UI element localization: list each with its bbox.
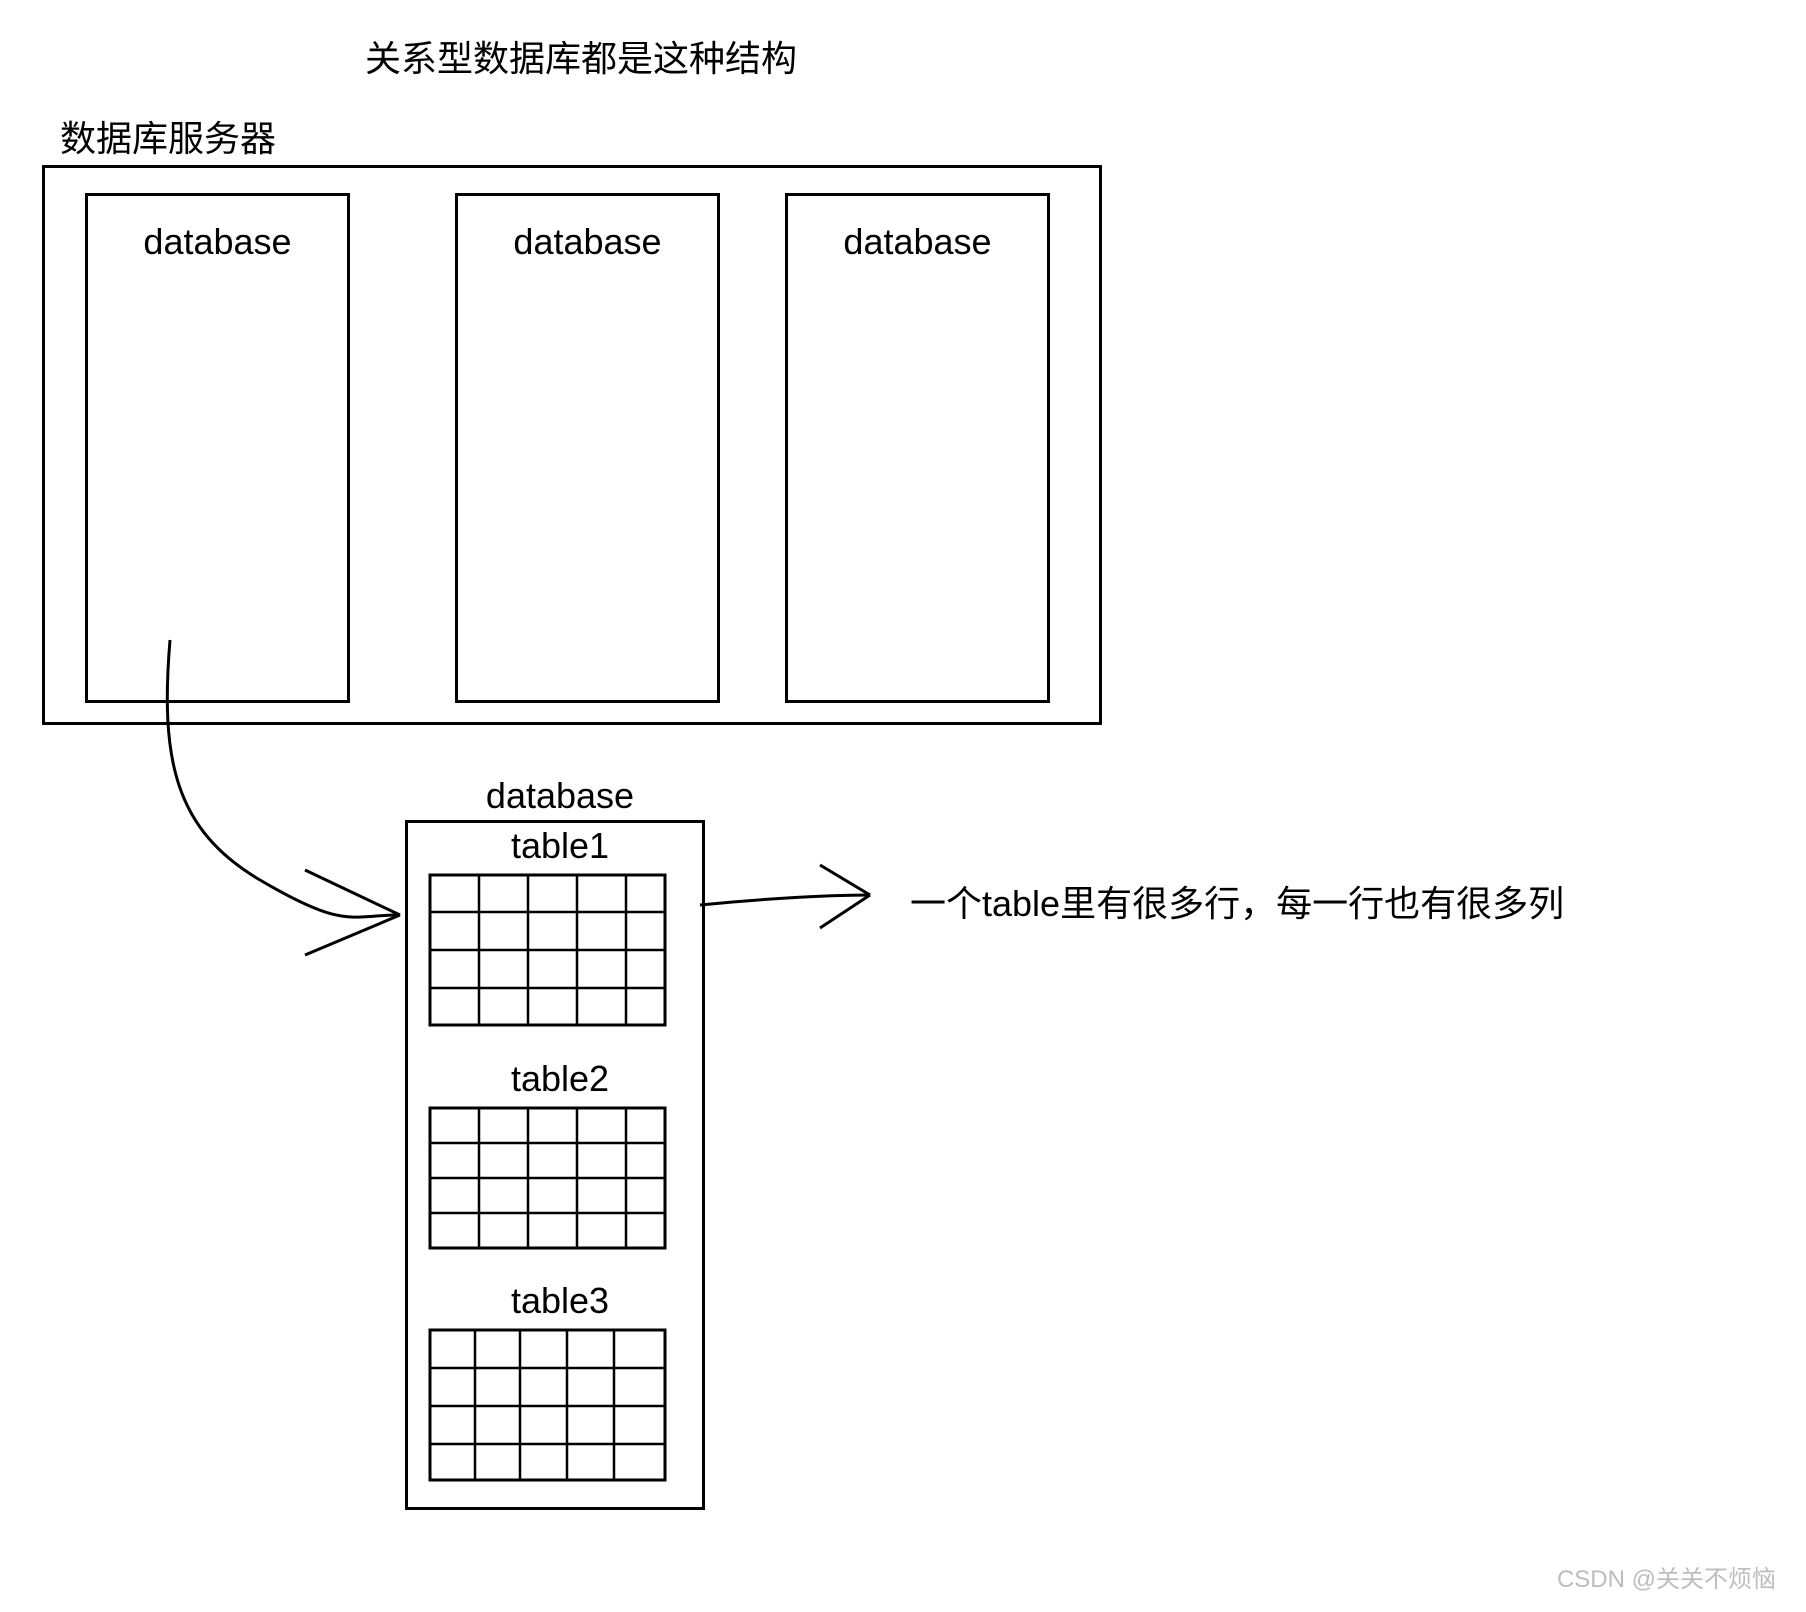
diagram-canvas: 关系型数据库都是这种结构 数据库服务器 database database da… bbox=[0, 0, 1806, 1612]
detail-database-title: database bbox=[420, 775, 700, 817]
database-box-1: database bbox=[85, 193, 350, 703]
server-label: 数据库服务器 bbox=[60, 110, 276, 162]
database-label-3: database bbox=[788, 221, 1047, 263]
detail-database-box bbox=[405, 820, 705, 1510]
table2-label: table2 bbox=[430, 1058, 690, 1100]
table-note: 一个table里有很多行，每一行也有很多列 bbox=[910, 875, 1564, 927]
database-label-2: database bbox=[458, 221, 717, 263]
table3-label: table3 bbox=[430, 1280, 690, 1322]
table1-label: table1 bbox=[430, 825, 690, 867]
watermark: CSDN @关关不烦恼 bbox=[1557, 1559, 1776, 1594]
server-box: database database database bbox=[42, 165, 1102, 725]
database-box-2: database bbox=[455, 193, 720, 703]
arrow-table-to-note bbox=[700, 865, 870, 928]
database-label-1: database bbox=[88, 221, 347, 263]
database-box-3: database bbox=[785, 193, 1050, 703]
diagram-title: 关系型数据库都是这种结构 bbox=[365, 30, 797, 82]
